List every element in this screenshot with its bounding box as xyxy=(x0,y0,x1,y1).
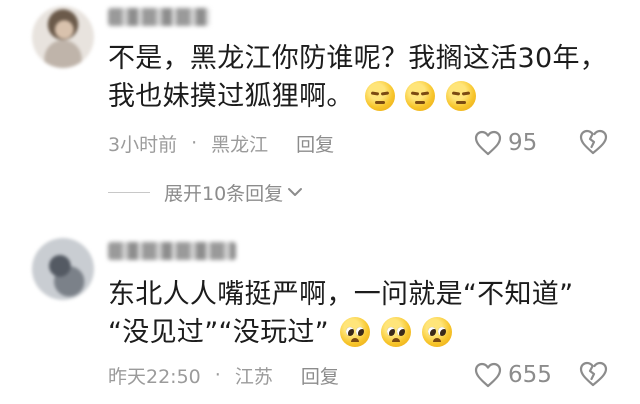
comment-meta: 3小时前 · 黑龙江 回复 xyxy=(108,128,334,158)
pleading-face-icon xyxy=(380,317,411,347)
heart-icon xyxy=(474,130,502,156)
comment-meta: 昨天22:50 · 江苏 回复 xyxy=(108,360,339,390)
broken-heart-icon xyxy=(579,129,608,155)
like-button[interactable]: 95 xyxy=(474,128,537,158)
like-button[interactable]: 655 xyxy=(474,360,552,390)
unamused-face-icon xyxy=(364,81,395,111)
unamused-face-icon xyxy=(405,81,436,111)
like-count: 655 xyxy=(508,362,552,388)
comment-text: 东北人人嘴挺严啊，一问就是“不知道” “没见过”“没玩过” xyxy=(108,276,608,358)
comment-text-line: “没见过”“没玩过” xyxy=(108,314,608,358)
dislike-button[interactable] xyxy=(578,128,608,158)
comment-time: 3小时前 xyxy=(108,133,178,156)
emoji-group xyxy=(364,81,479,122)
comment-text-line: 东北人人嘴挺严啊，一问就是“不知道” xyxy=(108,279,574,310)
comment-text-line: 我也妹摸过狐狸啊。 xyxy=(108,78,608,122)
username-blurred[interactable] xyxy=(108,242,236,260)
comment-location: 黑龙江 xyxy=(211,133,269,156)
comment-location: 江苏 xyxy=(234,365,273,388)
meta-separator: · xyxy=(214,364,221,386)
comment-time: 昨天22:50 xyxy=(108,365,201,388)
comment-text: 不是，黑龙江你防谁呢？我搁这活30年， 我也妹摸过狐狸啊。 xyxy=(108,40,608,122)
emoji-group xyxy=(339,317,454,358)
avatar[interactable] xyxy=(32,238,94,300)
unamused-face-icon xyxy=(446,81,477,111)
broken-heart-icon xyxy=(579,361,608,387)
dislike-button[interactable] xyxy=(578,360,608,390)
avatar[interactable] xyxy=(32,6,94,68)
username-blurred[interactable] xyxy=(108,8,210,26)
comment-item: 不是，黑龙江你防谁呢？我搁这活30年， 我也妹摸过狐狸啊。 3小时前 · 黑龙江… xyxy=(0,0,640,230)
like-count: 95 xyxy=(508,130,538,156)
chevron-down-icon xyxy=(288,188,303,196)
comment-text-segment: 我也妹摸过狐狸啊。 xyxy=(108,81,354,112)
heart-icon xyxy=(474,362,502,388)
expand-replies-button[interactable]: 展开10条回复 xyxy=(108,177,303,207)
comment-text-line: 不是，黑龙江你防谁呢？我搁这活30年， xyxy=(108,43,608,74)
comment-item: 东北人人嘴挺严啊，一问就是“不知道” “没见过”“没玩过” 昨天22:50 · … xyxy=(0,230,640,404)
meta-separator: · xyxy=(191,132,198,154)
pleading-face-icon xyxy=(421,317,452,347)
divider xyxy=(108,191,150,193)
expand-replies-label: 展开10条回复 xyxy=(164,182,284,205)
reply-button[interactable]: 回复 xyxy=(301,362,339,389)
pleading-face-icon xyxy=(339,317,370,347)
comment-text-segment: “没见过”“没玩过” xyxy=(108,317,329,348)
reply-button[interactable]: 回复 xyxy=(296,130,334,157)
